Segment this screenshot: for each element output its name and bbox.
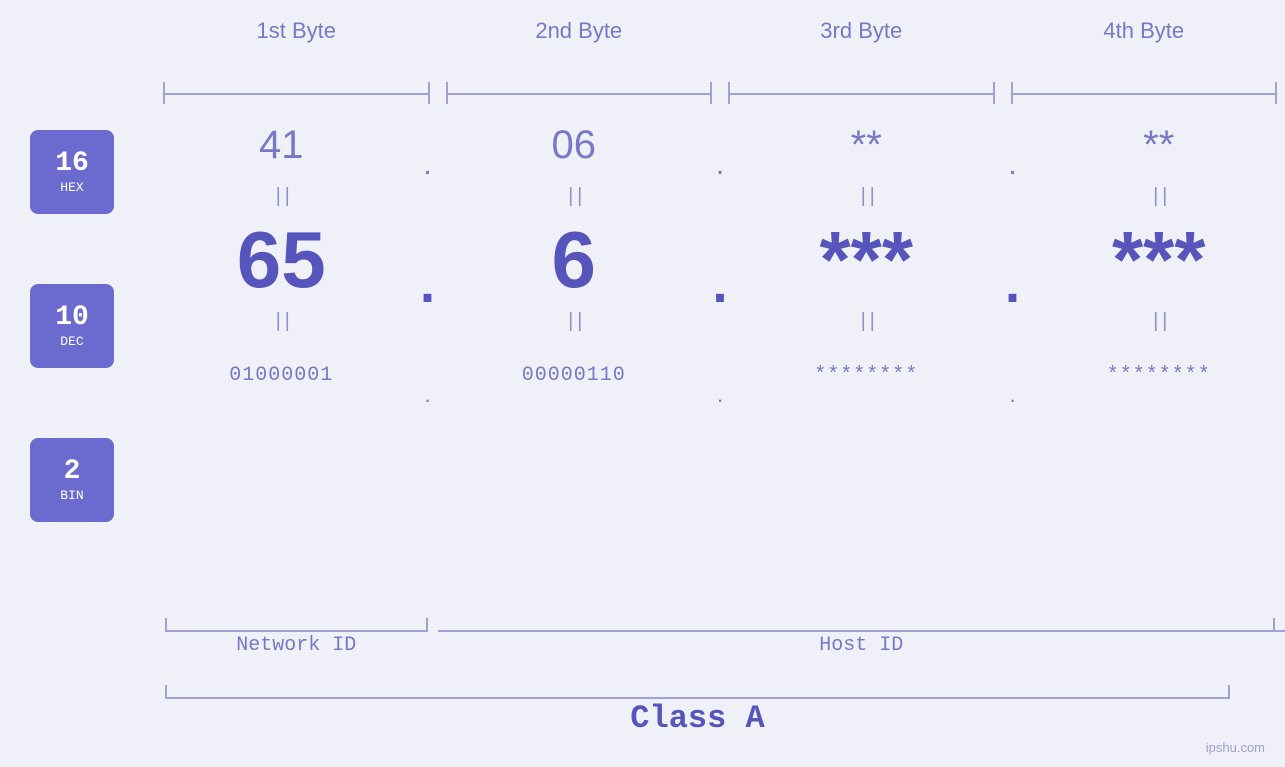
sep3-bin: . bbox=[1009, 360, 1015, 430]
byte3-eq2: || bbox=[857, 311, 875, 334]
main-container: 1st Byte 2nd Byte 3rd Byte 4th Byte bbox=[0, 0, 1285, 767]
network-id-label: Network ID bbox=[155, 634, 438, 657]
byte4-eq1: || bbox=[1150, 186, 1168, 209]
sep2: . . . bbox=[700, 110, 740, 430]
host-bracket bbox=[438, 612, 1285, 632]
top-bracket-1 bbox=[163, 82, 430, 104]
values-grid: 41 || 65 || 01000001 . bbox=[155, 110, 1285, 430]
watermark: ipshu.com bbox=[1206, 740, 1265, 755]
badges-column: 16 HEX 10 DEC 2 BIN bbox=[30, 130, 114, 522]
hex-badge-label: HEX bbox=[60, 180, 83, 195]
sep2-hex: . bbox=[716, 130, 724, 200]
byte1-dec: 65 bbox=[237, 214, 326, 306]
bin-badge: 2 BIN bbox=[30, 438, 114, 522]
bin-badge-number: 2 bbox=[64, 458, 81, 486]
class-label: Class A bbox=[155, 700, 1240, 737]
byte2-eq1: || bbox=[565, 186, 583, 209]
top-bracket-3 bbox=[728, 82, 995, 104]
hex-badge-number: 16 bbox=[55, 150, 89, 178]
byte3-header: 3rd Byte bbox=[720, 18, 1003, 44]
sep1-bin: . bbox=[424, 360, 430, 430]
dec-badge-number: 10 bbox=[55, 304, 89, 332]
sep1: . . . bbox=[408, 110, 448, 430]
byte4-bin: ******** bbox=[1107, 364, 1211, 387]
byte4-eq2: || bbox=[1150, 311, 1168, 334]
sep2-bin: . bbox=[717, 360, 723, 430]
network-bracket bbox=[155, 612, 438, 632]
byte3-hex: ** bbox=[851, 123, 882, 168]
top-bracket-4 bbox=[1011, 82, 1278, 104]
byte4-header: 4th Byte bbox=[1003, 18, 1285, 44]
byte1-section: 41 || 65 || 01000001 bbox=[155, 110, 408, 410]
byte1-header: 1st Byte bbox=[155, 18, 438, 44]
bottom-brackets bbox=[155, 612, 1285, 632]
byte1-eq1: || bbox=[272, 186, 290, 209]
byte2-bin: 00000110 bbox=[522, 364, 626, 387]
bin-badge-label: BIN bbox=[60, 488, 83, 503]
byte4-section: ** || *** || ******** bbox=[1033, 110, 1285, 410]
byte4-hex: ** bbox=[1143, 123, 1174, 168]
sep2-dec: . bbox=[712, 235, 727, 325]
top-bracket-2 bbox=[446, 82, 713, 104]
sep3: . . . bbox=[993, 110, 1033, 430]
host-id-label: Host ID bbox=[438, 634, 1285, 657]
byte2-hex: 06 bbox=[552, 123, 597, 168]
sep1-dec: . bbox=[420, 235, 435, 325]
byte1-bin: 01000001 bbox=[229, 364, 333, 387]
dec-badge: 10 DEC bbox=[30, 284, 114, 368]
byte2-header: 2nd Byte bbox=[438, 18, 721, 44]
byte2-dec: 6 bbox=[552, 214, 597, 306]
byte3-section: ** || *** || ******** bbox=[740, 110, 993, 410]
byte3-dec: *** bbox=[820, 214, 913, 306]
byte3-bin: ******** bbox=[814, 364, 918, 387]
hex-badge: 16 HEX bbox=[30, 130, 114, 214]
top-brackets bbox=[155, 82, 1285, 104]
dec-badge-label: DEC bbox=[60, 334, 83, 349]
byte1-hex: 41 bbox=[259, 123, 304, 168]
sep1-hex: . bbox=[423, 130, 431, 200]
byte2-section: 06 || 6 || 00000110 bbox=[448, 110, 701, 410]
byte3-eq1: || bbox=[857, 186, 875, 209]
sep3-dec: . bbox=[1005, 235, 1020, 325]
byte1-eq2: || bbox=[272, 311, 290, 334]
byte4-dec: *** bbox=[1112, 214, 1205, 306]
bottom-labels: Network ID Host ID bbox=[155, 634, 1285, 657]
full-bottom-bracket bbox=[155, 679, 1240, 699]
sep3-hex: . bbox=[1008, 130, 1016, 200]
byte2-eq2: || bbox=[565, 311, 583, 334]
